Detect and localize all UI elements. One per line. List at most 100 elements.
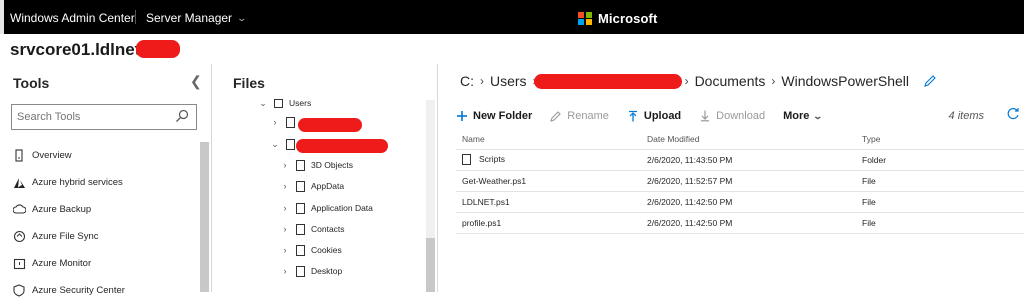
column-header-name[interactable]: Name bbox=[456, 130, 641, 150]
tree-node-label: Contacts bbox=[311, 224, 345, 234]
file-name-cell: Get-Weather.ps1 bbox=[456, 170, 641, 192]
new-folder-icon bbox=[456, 110, 468, 122]
tool-item-azure-security-center[interactable]: Azure Security Center bbox=[0, 277, 200, 304]
tool-item-azure-hybrid-services[interactable]: Azure hybrid services bbox=[0, 169, 200, 196]
upload-label: Upload bbox=[643, 110, 682, 122]
chevron-right-icon[interactable]: › bbox=[280, 224, 290, 234]
tree-node-cookies[interactable]: › Cookies bbox=[280, 240, 342, 260]
tool-item-label: Azure File Sync bbox=[32, 231, 99, 242]
new-folder-button[interactable]: New Folder bbox=[456, 110, 532, 122]
scrollbar-thumb[interactable] bbox=[426, 238, 435, 292]
microsoft-brand-text: Microsoft bbox=[598, 11, 658, 26]
chevron-right-icon[interactable]: › bbox=[280, 266, 290, 276]
chevron-right-icon: › bbox=[684, 74, 689, 88]
date-modified-cell: 2/6/2020, 11:42:50 PM bbox=[641, 212, 856, 234]
tree-node-contacts[interactable]: › Contacts bbox=[280, 219, 345, 239]
microsoft-logo: Microsoft bbox=[578, 11, 657, 26]
files-scrollbar[interactable] bbox=[426, 100, 435, 292]
tree-node-users[interactable]: ⌄ Users bbox=[258, 96, 311, 110]
tree-node-label: Desktop bbox=[311, 266, 343, 276]
search-input[interactable] bbox=[17, 106, 167, 128]
column-header-date-modified[interactable]: Date Modified bbox=[641, 130, 856, 150]
tree-node-3d-objects[interactable]: › 3D Objects bbox=[280, 155, 353, 175]
redaction-mark bbox=[298, 118, 362, 132]
folder-icon bbox=[296, 180, 305, 192]
search-tools-box bbox=[11, 104, 197, 130]
chevron-right-icon: › bbox=[771, 74, 776, 88]
column-header-type[interactable]: Type bbox=[856, 130, 1024, 150]
upload-button[interactable]: Upload bbox=[627, 110, 681, 122]
breadcrumb-documents[interactable]: Documents bbox=[695, 73, 766, 89]
files-title: Files bbox=[233, 75, 265, 91]
tree-node-label: AppData bbox=[311, 181, 345, 191]
more-label: More bbox=[783, 110, 810, 122]
tool-item-label: Azure Security Center bbox=[32, 285, 125, 296]
table-row[interactable]: Scripts 2/6/2020, 11:43:50 PM Folder bbox=[456, 149, 1024, 171]
download-button[interactable]: Download bbox=[699, 110, 765, 122]
search-icon[interactable] bbox=[175, 109, 189, 123]
more-menu-button[interactable]: More ⌄ bbox=[783, 110, 823, 122]
upload-icon bbox=[627, 110, 639, 122]
rename-icon bbox=[550, 110, 562, 122]
backup-icon bbox=[12, 203, 26, 217]
items-count: 4 items bbox=[948, 110, 984, 122]
chevron-down-icon: ⌄ bbox=[236, 12, 248, 23]
server-manager-label: Server Manager bbox=[146, 11, 233, 25]
tree-node-label: Users bbox=[289, 98, 312, 108]
breadcrumb-users[interactable]: Users bbox=[490, 73, 527, 89]
tool-item-azure-monitor[interactable]: Azure Monitor bbox=[0, 250, 200, 277]
type-cell: File bbox=[856, 170, 1024, 192]
refresh-icon[interactable] bbox=[1006, 107, 1020, 121]
redaction-mark bbox=[136, 40, 180, 58]
table-row[interactable]: Get-Weather.ps1 2/6/2020, 11:52:57 PM Fi… bbox=[456, 170, 1024, 192]
tree-node-label: Application Data bbox=[311, 203, 373, 213]
tool-item-label: Overview bbox=[32, 150, 72, 161]
breadcrumb-windowspowershell[interactable]: WindowsPowerShell bbox=[781, 73, 909, 89]
tree-node-appdata[interactable]: › AppData bbox=[280, 176, 344, 196]
chevron-right-icon: › bbox=[480, 74, 484, 88]
server-icon bbox=[12, 149, 26, 163]
chevron-down-icon[interactable]: ⌄ bbox=[270, 139, 280, 150]
tool-item-azure-backup[interactable]: Azure Backup bbox=[0, 196, 200, 223]
collapse-panel-button[interactable]: ❮ bbox=[190, 73, 202, 90]
chevron-right-icon[interactable]: › bbox=[280, 203, 290, 213]
tree-node-label: 3D Objects bbox=[311, 160, 354, 170]
date-modified-cell: 2/6/2020, 11:43:50 PM bbox=[641, 149, 856, 171]
date-modified-cell: 2/6/2020, 11:42:50 PM bbox=[641, 191, 856, 213]
tree-node-desktop[interactable]: › Desktop bbox=[280, 261, 342, 281]
chevron-right-icon[interactable]: › bbox=[280, 245, 290, 255]
tree-node-user-redacted[interactable]: › bbox=[270, 112, 301, 132]
table-row[interactable]: LDLNET.ps1 2/6/2020, 11:42:50 PM File bbox=[456, 191, 1024, 213]
download-icon bbox=[699, 110, 711, 122]
tool-item-overview[interactable]: Overview bbox=[0, 142, 200, 169]
edit-path-icon[interactable] bbox=[923, 74, 937, 88]
folder-icon bbox=[462, 154, 471, 166]
file-name-cell: Scripts bbox=[456, 149, 641, 171]
file-name-cell: profile.ps1 bbox=[456, 212, 641, 234]
folder-icon bbox=[286, 138, 295, 150]
chevron-right-icon[interactable]: › bbox=[270, 117, 280, 127]
content-area: C: › Users › › Documents › WindowsPowerS… bbox=[438, 64, 1024, 292]
tool-item-azure-file-sync[interactable]: Azure File Sync bbox=[0, 223, 200, 250]
type-cell: File bbox=[856, 191, 1024, 213]
toolbar: New Folder Rename Upload Download More ⌄ bbox=[456, 106, 1024, 126]
table-header-row: Name Date Modified Type bbox=[456, 130, 1024, 150]
download-label: Download bbox=[716, 110, 766, 122]
tree-node-application-data[interactable]: › Application Data bbox=[280, 198, 373, 218]
tool-item-label: Azure Monitor bbox=[32, 258, 92, 269]
server-manager-menu[interactable]: Server Manager ⌄ bbox=[146, 11, 248, 25]
file-list-table: Name Date Modified Type Scripts 2/6/2020… bbox=[456, 130, 1024, 234]
tools-scrollbar[interactable] bbox=[200, 142, 209, 292]
tool-item-label: Azure Backup bbox=[32, 204, 92, 215]
breadcrumb-drive[interactable]: C: bbox=[460, 73, 474, 89]
new-folder-label: New Folder bbox=[473, 110, 533, 122]
table-row[interactable]: profile.ps1 2/6/2020, 11:42:50 PM File bbox=[456, 212, 1024, 234]
chevron-right-icon[interactable]: › bbox=[280, 181, 290, 191]
breadcrumb: C: › Users › › Documents › WindowsPowerS… bbox=[460, 73, 937, 89]
redaction-mark bbox=[296, 139, 388, 153]
chevron-down-icon[interactable]: ⌄ bbox=[258, 98, 268, 109]
chevron-right-icon[interactable]: › bbox=[280, 160, 290, 170]
app-title[interactable]: Windows Admin Center bbox=[10, 11, 135, 25]
rename-button[interactable]: Rename bbox=[550, 110, 609, 122]
type-cell: File bbox=[856, 212, 1024, 234]
